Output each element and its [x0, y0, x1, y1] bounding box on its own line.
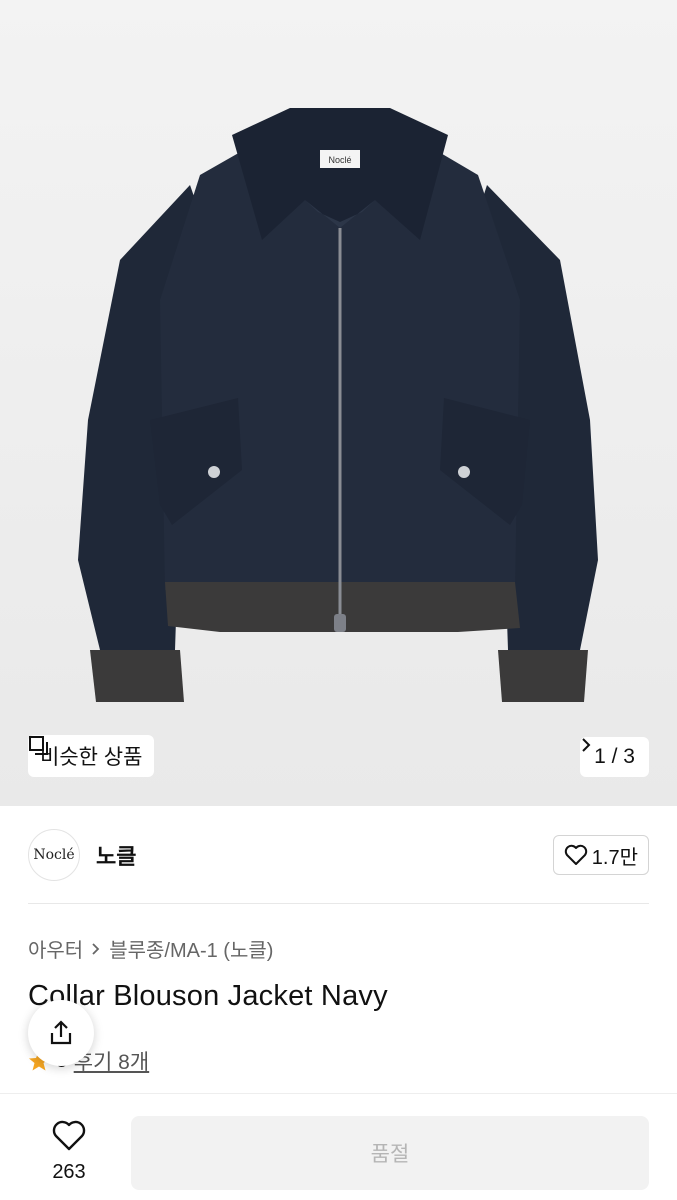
chevron-right-icon: [92, 942, 100, 955]
brand-like-button[interactable]: 1.7만: [552, 835, 649, 875]
similar-items-button[interactable]: 비슷한 상품: [28, 735, 155, 777]
page-indicator: 1 / 3: [594, 745, 635, 768]
brand-logo[interactable]: Noclé: [28, 829, 80, 881]
heart-outline-icon: [52, 1120, 86, 1151]
divider: [28, 903, 649, 904]
soldout-button[interactable]: 품절: [131, 1116, 649, 1190]
similar-items-icon: [29, 736, 48, 755]
share-button[interactable]: [28, 1000, 94, 1066]
brand-row[interactable]: Noclé 노클 1.7만: [28, 826, 649, 884]
brand-like-count: 1.7만: [591, 846, 638, 869]
wishlist-button[interactable]: 263: [40, 1120, 98, 1184]
breadcrumb: 아우터 블루종/MA-1 (노클): [28, 934, 273, 963]
product-image[interactable]: Noclé 비슷한 상품 1 / 3: [0, 0, 677, 806]
chevron-right-icon: [582, 738, 591, 752]
brand-name[interactable]: 노클: [96, 839, 136, 871]
heart-outline-icon: [564, 844, 587, 865]
similar-items-label: 비슷한 상품: [40, 746, 143, 769]
jacket-illustration: Noclé: [78, 108, 598, 702]
breadcrumb-category[interactable]: 아우터: [28, 934, 83, 963]
image-pager-button[interactable]: 1 / 3: [580, 737, 649, 777]
breadcrumb-subcategory[interactable]: 블루종/MA-1 (노클): [109, 934, 273, 963]
jacket-tag-text: Noclé: [328, 155, 351, 165]
wishlist-count: 263: [52, 1161, 86, 1183]
share-icon: [50, 1020, 72, 1045]
bottom-action-bar: 263 품절: [0, 1093, 677, 1200]
